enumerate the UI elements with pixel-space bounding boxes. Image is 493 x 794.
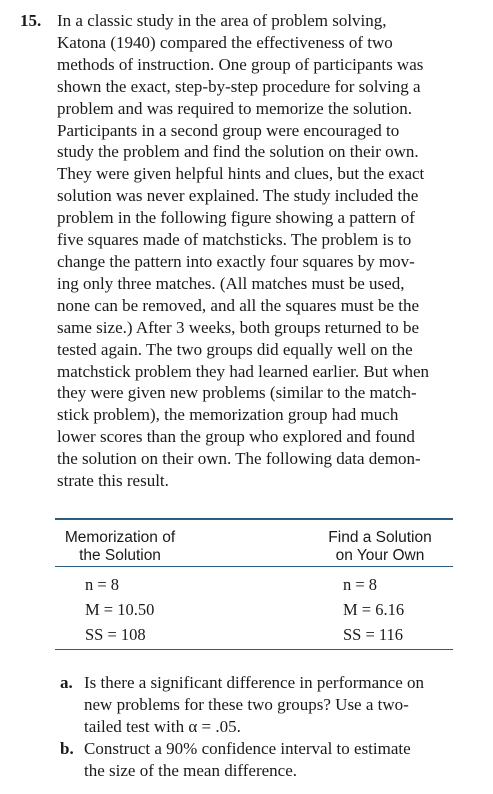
cell-find-solution: SS = 116	[343, 625, 404, 644]
question-label: a.	[60, 673, 73, 692]
problem-line: ing only three matches. (All matches mus…	[57, 273, 405, 293]
problem-number: 15.	[20, 11, 42, 30]
data-table: Memorization of the Solution Find a Solu…	[55, 518, 453, 650]
cell-memorization: n = 8	[85, 575, 120, 594]
problem-line: the solution on their own. The following…	[57, 449, 421, 469]
problem-line: shown the exact, step-by-step procedure …	[57, 76, 421, 96]
cell-memorization: SS = 108	[85, 625, 146, 644]
table-row: n = 8 n = 8	[55, 570, 453, 595]
problem-line: They were given helpful hints and clues,…	[57, 164, 425, 184]
problem-line: tested again. The two groups did equally…	[57, 339, 413, 359]
problem-line: methods of instruction. One group of par…	[57, 54, 424, 74]
table-row: M = 10.50 M = 6.16	[55, 595, 453, 620]
question-line: Is there a significant difference in per…	[84, 673, 424, 692]
header-line: Find a Solution	[328, 529, 432, 546]
problem-line: strate this result.	[57, 471, 169, 491]
question-line: new problems for these two groups? Use a…	[84, 694, 409, 714]
problem-line: Participants in a second group were enco…	[57, 120, 400, 140]
problem-line: problem and was required to memorize the…	[57, 98, 413, 118]
table-bottom-rule	[55, 649, 453, 650]
question-label: b.	[60, 738, 74, 758]
header-line: Memorization of	[64, 529, 176, 546]
header-find-solution: Find a Solution on Your Own	[310, 529, 450, 565]
header-line: on Your Own	[335, 547, 425, 564]
problem-line: study the problem and find the solution …	[57, 142, 419, 162]
question-a: a. Is there a significant difference in …	[60, 672, 480, 738]
problem-line: Katona (1940) compared the effectiveness…	[57, 32, 393, 52]
problem-line: solution was never explained. The study …	[57, 186, 419, 206]
question-line: the size of the mean difference.	[84, 760, 298, 780]
problem-line: change the pattern into exactly four squ…	[57, 251, 415, 271]
cell-find-solution: M = 6.16	[343, 600, 405, 619]
header-line: the Solution	[79, 547, 161, 564]
problem-line: matchstick problem they had learned earl…	[57, 361, 429, 381]
problem-line: none can be removed, and all the squares…	[57, 295, 420, 315]
table-row: SS = 108 SS = 116	[55, 620, 453, 645]
question-b: b. Construct a 90% confidence interval t…	[60, 738, 480, 782]
problem-line: they were given new problems (similar to…	[57, 383, 417, 403]
problem-line: lower scores than the group who explored…	[57, 427, 415, 447]
header-memorization: Memorization of the Solution	[55, 529, 185, 565]
cell-find-solution: n = 8	[343, 575, 378, 594]
problem-text: In a classic study in the area of proble…	[57, 10, 493, 492]
questions: a. Is there a significant difference in …	[60, 672, 480, 782]
problem-line: stick problem), the memorization group h…	[57, 405, 399, 425]
problem-line: In a classic study in the area of proble…	[57, 11, 387, 30]
cell-memorization: M = 10.50	[85, 600, 155, 619]
problem-line: five squares made of matchsticks. The pr…	[57, 230, 412, 250]
question-line: Construct a 90% confidence interval to e…	[84, 738, 411, 758]
question-line: tailed test with α = .05.	[84, 716, 241, 736]
problem-line: same size.) After 3 weeks, both groups r…	[57, 317, 420, 337]
table-header: Memorization of the Solution Find a Solu…	[55, 520, 453, 566]
problem-line: problem in the following figure showing …	[57, 208, 415, 228]
